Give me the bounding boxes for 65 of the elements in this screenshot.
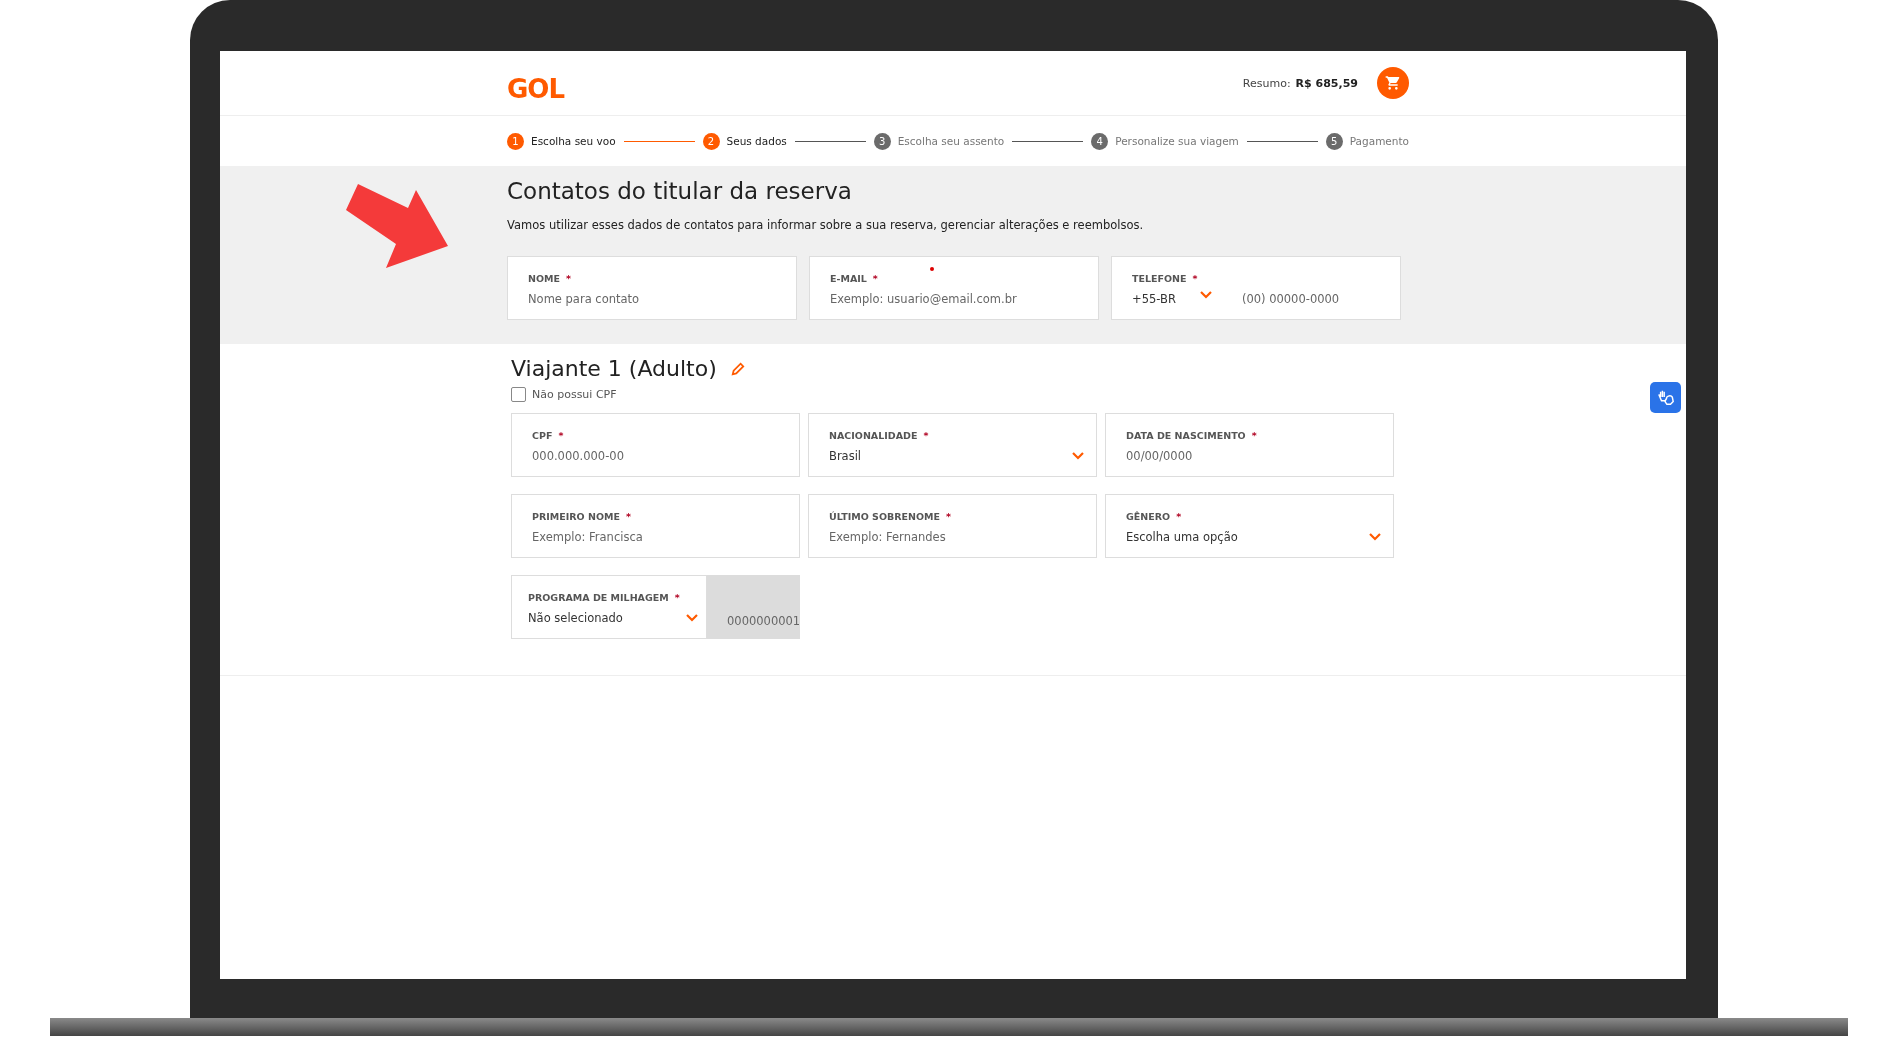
phone-placeholder: (00) 00000-0000 xyxy=(1241,292,1340,306)
input-field[interactable]: ÚLTIMO SOBRENOME * Exemplo: Fernandes xyxy=(808,494,1097,558)
section-title: Contatos do titular da reserva xyxy=(507,178,853,204)
step-number[interactable]: 3 xyxy=(873,132,891,150)
pencil-icon[interactable] xyxy=(730,361,745,376)
step-label[interactable]: Seus dados xyxy=(726,135,787,147)
field-value: Escolha uma opção xyxy=(1126,530,1238,544)
field-label: CPF xyxy=(532,430,553,441)
required-mark: * xyxy=(674,592,680,603)
input-field[interactable]: PRIMEIRO NOME * Exemplo: Francisca xyxy=(511,494,800,558)
required-mark: * xyxy=(558,430,564,441)
field-placeholder: 00/00/0000 xyxy=(1126,449,1193,463)
cart-icon xyxy=(1385,75,1401,91)
traveler-title: Viajante 1 (Adulto) xyxy=(511,356,717,381)
field-label: NACIONALIDADE xyxy=(829,430,918,441)
dropdown-field[interactable]: PROGRAMA DE MILHAGEM * Não selecionado xyxy=(511,575,707,639)
input-field[interactable]: TELEFONE * +55-BR (00) 00000-0000 xyxy=(1111,256,1401,320)
step-label[interactable]: Personalize sua viagem xyxy=(1115,135,1239,147)
step-number[interactable]: 4 xyxy=(1091,132,1109,150)
dropdown-field[interactable]: NACIONALIDADE * Brasil xyxy=(808,413,1097,477)
field-placeholder: Exemplo: usuario@email.com.br xyxy=(830,292,1017,306)
field-placeholder: Nome para contato xyxy=(528,292,640,306)
step-label[interactable]: Escolha seu voo xyxy=(531,135,616,147)
required-mark: * xyxy=(1176,511,1182,522)
chevron-down-icon xyxy=(1199,291,1212,299)
field-label: ÚLTIMO SOBRENOME xyxy=(829,511,940,522)
required-mark: * xyxy=(923,430,929,441)
input-field[interactable]: DATA DE NASCIMENTO * 00/00/0000 xyxy=(1105,413,1394,477)
dropdown-field[interactable]: GÊNERO * Escolha uma opção xyxy=(1105,494,1394,558)
chevron-down-icon xyxy=(686,614,698,622)
required-mark: * xyxy=(946,511,951,522)
checkbox[interactable] xyxy=(511,387,526,402)
field-label: TELEFONE xyxy=(1132,273,1187,284)
field-label: GÊNERO xyxy=(1126,511,1171,522)
field-placeholder: Exemplo: Francisca xyxy=(532,530,643,544)
section-description: Vamos utilizar esses dados de contatos para informar sobre a sua reserva, gerenciar alterações e reembolsos. xyxy=(507,218,1145,232)
country-code: +55-BR xyxy=(1132,292,1176,306)
chevron-down-icon xyxy=(1369,533,1381,541)
input-field[interactable]: CPF * 000.000.000-00 xyxy=(511,413,800,477)
required-mark: * xyxy=(872,273,878,284)
field-placeholder: 000.000.000-00 xyxy=(532,449,624,463)
required-mark: * xyxy=(625,511,631,522)
field-label: E-MAIL xyxy=(830,273,867,284)
input-field[interactable]: E-MAIL * Exemplo: usuario@email.com.br xyxy=(809,256,1099,320)
required-mark: * xyxy=(566,273,571,284)
step-label[interactable]: Escolha seu assento xyxy=(897,135,1005,147)
step-number[interactable]: 5 xyxy=(1325,132,1343,150)
summary-price: R$ 685,59 xyxy=(1295,76,1358,90)
field-label: NOME xyxy=(528,273,560,284)
input-field[interactable]: NOME * Nome para contato xyxy=(507,256,797,320)
field-placeholder: Exemplo: Fernandes xyxy=(829,530,946,544)
field-value: Brasil xyxy=(829,449,862,463)
dot-mark xyxy=(930,267,934,271)
required-mark: * xyxy=(1192,273,1198,284)
field-label: PRIMEIRO NOME xyxy=(532,511,620,522)
field-label: PROGRAMA DE MILHAGEM xyxy=(528,592,669,603)
step-label[interactable]: Pagamento xyxy=(1349,135,1410,147)
cart-button[interactable] xyxy=(1377,67,1409,99)
required-mark: * xyxy=(1251,430,1257,441)
checkbox-label: Não possui CPF xyxy=(532,388,617,401)
field-value: Não selecionado xyxy=(528,611,623,625)
accessibility-button[interactable] xyxy=(1650,382,1681,413)
summary-label: Resumo: xyxy=(1242,76,1291,90)
field-label: DATA DE NASCIMENTO xyxy=(1126,430,1246,441)
chevron-down-icon xyxy=(1072,452,1084,460)
